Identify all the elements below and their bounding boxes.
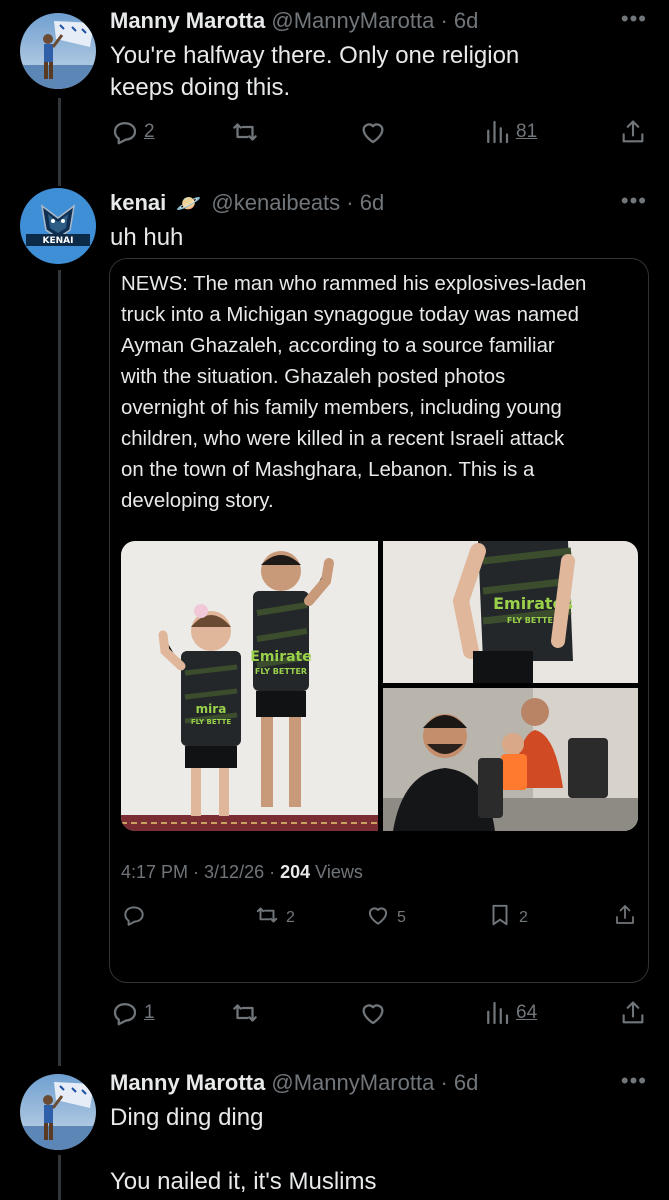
- quoted-reply-button[interactable]: [121, 902, 153, 933]
- tweet-actions: 1 64: [110, 998, 647, 1030]
- bookmark-icon: [487, 902, 513, 933]
- avatar[interactable]: [20, 1074, 96, 1150]
- display-name[interactable]: Manny Marotta: [110, 8, 265, 33]
- tweet-time[interactable]: · 6d: [440, 8, 478, 33]
- quoted-tweet-timestamp[interactable]: 4:17 PM · 3/12/26 ·: [121, 862, 280, 882]
- views-count: 64: [516, 1002, 538, 1023]
- tweet-line: You're halfway there. Only one religion: [110, 42, 520, 69]
- quote-line: developing story.: [121, 490, 274, 512]
- reply-icon: [110, 117, 140, 147]
- like-icon: [358, 117, 388, 147]
- jersey-sponsor-subtext: FLY BETTER: [507, 616, 559, 625]
- more-icon[interactable]: •••: [621, 8, 647, 30]
- display-name[interactable]: Manny Marotta: [110, 1070, 265, 1095]
- quote-line: NEWS: The man who rammed his explosives-…: [121, 273, 587, 295]
- share-icon: [619, 998, 647, 1028]
- reply-count: 2: [144, 121, 155, 142]
- reply-icon: [110, 998, 140, 1028]
- tweet-time[interactable]: · 6d: [346, 190, 384, 215]
- more-icon[interactable]: •••: [621, 1070, 647, 1092]
- quote-line: children, who were killed in a recent Is…: [121, 428, 565, 450]
- quoted-like-button[interactable]: 5: [365, 902, 406, 933]
- thread-line: [58, 270, 61, 1066]
- views-button[interactable]: 64: [482, 998, 537, 1028]
- user-handle[interactable]: @MannyMarotta: [271, 1070, 434, 1095]
- retweet-icon: [230, 998, 260, 1028]
- media-photo-children[interactable]: Emirate FLY BETTER mira FLY BETTE: [121, 541, 378, 831]
- more-icon[interactable]: •••: [621, 190, 647, 212]
- reply-count: 1: [144, 1002, 155, 1023]
- quoted-views-count: 204: [280, 862, 311, 882]
- retweet-button[interactable]: [230, 998, 264, 1028]
- tweet-header: Manny Marotta @MannyMarotta · 6d: [110, 7, 478, 35]
- quote-line: Ayman Ghazaleh, according to a source fa…: [121, 335, 555, 357]
- jersey-sponsor-subtext: FLY BETTER: [255, 667, 307, 676]
- reply-button[interactable]: 1: [110, 998, 155, 1028]
- tweet-header: Manny Marotta @MannyMarotta · 6d: [110, 1069, 478, 1097]
- views-count: 81: [516, 121, 538, 142]
- quoted-bookmark-button[interactable]: 2: [487, 902, 528, 933]
- tweet-text: uh huh: [110, 222, 183, 254]
- like-icon: [358, 998, 388, 1028]
- share-icon: [613, 902, 637, 933]
- display-name[interactable]: kenai: [110, 190, 166, 215]
- quoted-tweet-meta: 4:17 PM · 3/12/26 · 204 Views: [121, 862, 363, 883]
- quote-line: truck into a Michigan synagogue today wa…: [121, 304, 579, 326]
- thread-line: [58, 1155, 61, 1200]
- tweet-text: Ding ding ding You nailed it, it's Musli…: [110, 1102, 376, 1198]
- media-photo-selfie[interactable]: [383, 688, 638, 831]
- tweet-text: You're halfway there. Only one religion …: [110, 40, 519, 104]
- reply-button[interactable]: 2: [110, 117, 155, 147]
- quoted-tweet-card[interactable]: NEWS: The man who rammed his explosives-…: [109, 258, 649, 983]
- avatar[interactable]: KENAI: [20, 188, 96, 264]
- like-icon: [365, 902, 391, 933]
- avatar-text: KENAI: [43, 236, 74, 246]
- retweet-icon: [230, 117, 260, 147]
- views-button[interactable]: 81: [482, 117, 537, 147]
- tweet-actions: 2 81: [110, 117, 647, 149]
- tweet-time[interactable]: · 6d: [440, 1070, 478, 1095]
- views-icon: [482, 117, 512, 147]
- avatar[interactable]: [20, 13, 96, 89]
- quote-line: with the situation. Ghazaleh posted phot…: [121, 366, 506, 388]
- share-button[interactable]: [619, 998, 647, 1028]
- quote-line: on the town of Mashghara, Lebanon. This …: [121, 459, 535, 481]
- user-handle[interactable]: @MannyMarotta: [271, 8, 434, 33]
- user-handle[interactable]: @kenaibeats: [211, 190, 340, 215]
- quoted-share-button[interactable]: [613, 902, 637, 933]
- quoted-tweet-text: NEWS: The man who rammed his explosives-…: [121, 269, 641, 517]
- tweet-line: You nailed it, it's Muslims: [110, 1168, 377, 1195]
- thread-line: [58, 98, 61, 186]
- quoted-views-label: Views: [310, 862, 363, 882]
- jersey-sponsor-subtext: FLY BETTE: [191, 718, 231, 726]
- quoted-retweet-count: 2: [286, 908, 295, 926]
- media-photo-jersey[interactable]: Emirates FLY BETTER: [383, 541, 638, 683]
- tweet-line: Ding ding ding: [110, 1104, 264, 1131]
- quoted-retweet-button[interactable]: 2: [254, 902, 295, 933]
- retweet-icon: [254, 902, 280, 933]
- tweet-line: [110, 1134, 376, 1166]
- quote-line: overnight of his family members, includi…: [121, 397, 562, 419]
- share-button[interactable]: [619, 117, 647, 147]
- retweet-button[interactable]: [230, 117, 264, 147]
- like-button[interactable]: [358, 998, 392, 1028]
- jersey-sponsor-text: mira: [196, 702, 227, 716]
- like-button[interactable]: [358, 117, 392, 147]
- tweet-header: kenai 🪐 @kenaibeats · 6d: [110, 189, 384, 218]
- quoted-bookmark-count: 2: [519, 908, 528, 926]
- tweet-line: uh huh: [110, 224, 184, 251]
- jersey-sponsor-text: Emirate: [250, 649, 312, 665]
- share-icon: [619, 117, 647, 147]
- quoted-like-count: 5: [397, 908, 406, 926]
- views-icon: [482, 998, 512, 1028]
- tweet-line: keeps doing this.: [110, 74, 291, 101]
- planet-emoji-badge: 🪐: [176, 193, 202, 215]
- reply-icon: [121, 902, 147, 933]
- quoted-tweet-actions: 2 5 2: [121, 902, 637, 932]
